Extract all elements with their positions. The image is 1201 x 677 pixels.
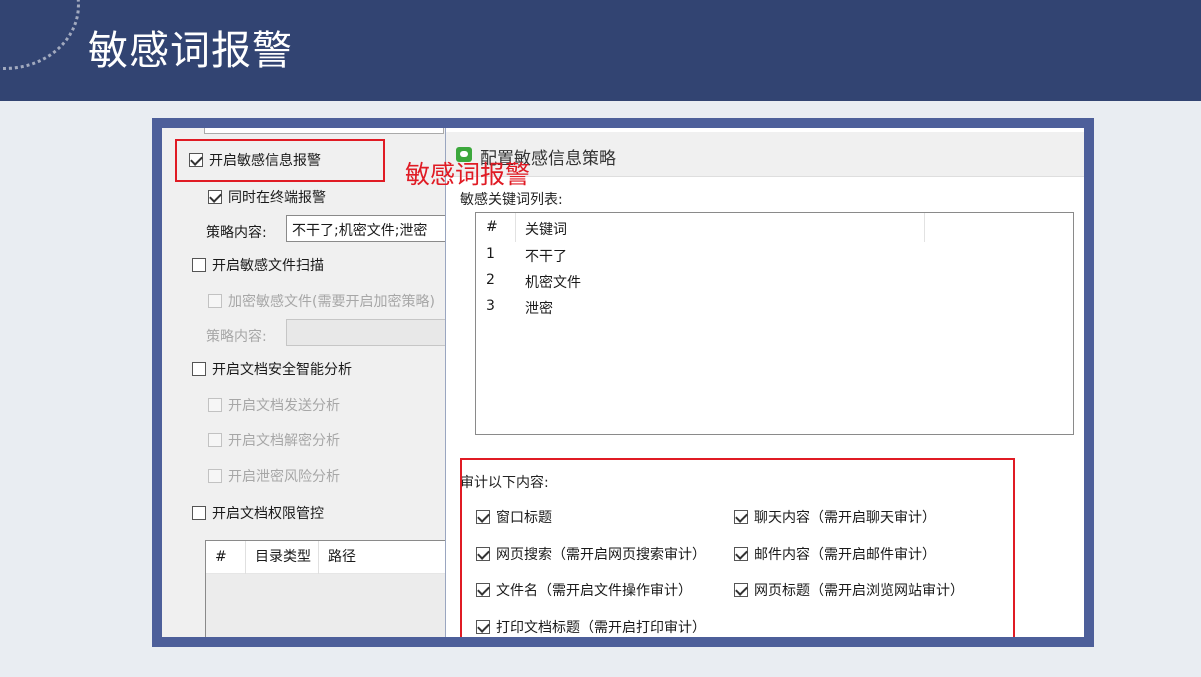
settings-panel: 开启敏感信息报警 同时在终端报警 策略内容: 不干了;机密文件;泄密 开启敏感文… — [162, 128, 456, 637]
row-keyword: 泄密 — [525, 301, 553, 317]
row-keyword: 不干了 — [525, 249, 567, 265]
leak-risk-option[interactable]: 开启泄密风险分析 — [208, 466, 340, 486]
col-type[interactable]: 目录类型 — [246, 540, 319, 574]
kw-col-num[interactable]: # — [476, 213, 516, 242]
directory-table-header: # 目录类型 路径 — [206, 540, 449, 574]
highlight-box-audit — [460, 458, 1015, 637]
decrypt-analysis-option[interactable]: 开启文档解密分析 — [208, 430, 340, 450]
top-field-stub — [204, 128, 444, 134]
file-scan-label: 开启敏感文件扫描 — [212, 258, 324, 274]
doc-analysis-checkbox[interactable] — [192, 362, 206, 376]
policy-label-row-2: 策略内容: — [206, 326, 267, 346]
decrypt-analysis-label: 开启文档解密分析 — [228, 433, 340, 449]
policy-content-value: 不干了;机密文件;泄密 — [292, 223, 428, 239]
policy-content-field-2[interactable] — [286, 319, 456, 346]
terminal-alert-label: 同时在终端报警 — [228, 190, 326, 206]
row-num: 3 — [486, 298, 495, 314]
keyword-list-label: 敏感关键词列表: — [460, 192, 563, 208]
row-keyword: 机密文件 — [525, 275, 581, 291]
slide-title: 敏感词报警 — [88, 28, 293, 74]
table-row[interactable]: 2 机密文件 — [476, 268, 1073, 294]
sensitive-policy-dialog: 配置敏感信息策略 敏感关键词列表: # 关键词 1 不干了 2 机密文件 3 泄… — [445, 128, 1084, 637]
terminal-alert-option[interactable]: 同时在终端报警 — [208, 187, 326, 207]
screenshot-canvas: 开启敏感信息报警 同时在终端报警 策略内容: 不干了;机密文件;泄密 开启敏感文… — [162, 128, 1084, 637]
row-num: 1 — [486, 246, 495, 262]
encrypt-option[interactable]: 加密敏感文件(需要开启加密策略) — [208, 291, 435, 311]
policy-label: 策略内容: — [206, 225, 267, 241]
table-row[interactable]: 1 不干了 — [476, 242, 1073, 268]
col-path[interactable]: 路径 — [319, 541, 449, 574]
file-scan-option[interactable]: 开启敏感文件扫描 — [192, 255, 324, 275]
keyword-table[interactable]: # 关键词 1 不干了 2 机密文件 3 泄密 — [475, 212, 1074, 435]
permission-checkbox[interactable] — [192, 506, 206, 520]
table-row[interactable]: 3 泄密 — [476, 294, 1073, 320]
directory-table[interactable]: # 目录类型 路径 — [205, 540, 450, 637]
send-analysis-label: 开启文档发送分析 — [228, 398, 340, 414]
col-num[interactable]: # — [206, 540, 246, 574]
permission-option[interactable]: 开启文档权限管控 — [192, 503, 324, 523]
doc-analysis-option[interactable]: 开启文档安全智能分析 — [192, 359, 352, 379]
terminal-alert-checkbox[interactable] — [208, 190, 222, 204]
file-scan-checkbox[interactable] — [192, 258, 206, 272]
highlight-box-alert — [175, 139, 385, 182]
policy-label-2: 策略内容: — [206, 329, 267, 345]
slide-header: 敏感词报警 — [0, 0, 1201, 101]
decorative-dotted-arc — [0, 0, 80, 70]
decrypt-analysis-checkbox[interactable] — [208, 433, 222, 447]
encrypt-label: 加密敏感文件(需要开启加密策略) — [228, 294, 435, 310]
permission-label: 开启文档权限管控 — [212, 506, 324, 522]
leak-risk-label: 开启泄密风险分析 — [228, 469, 340, 485]
doc-analysis-label: 开启文档安全智能分析 — [212, 362, 352, 378]
dialog-titlebar: 配置敏感信息策略 — [446, 132, 1084, 177]
kw-col-keyword[interactable]: 关键词 — [516, 213, 925, 242]
policy-content-field[interactable]: 不干了;机密文件;泄密 — [286, 215, 456, 242]
encrypt-checkbox[interactable] — [208, 294, 222, 308]
policy-label-row: 策略内容: — [206, 222, 267, 242]
send-analysis-checkbox[interactable] — [208, 398, 222, 412]
keyword-table-header: # 关键词 — [476, 213, 1073, 242]
row-num: 2 — [486, 272, 495, 288]
send-analysis-option[interactable]: 开启文档发送分析 — [208, 395, 340, 415]
annotation-label: 敏感词报警 — [405, 160, 531, 189]
leak-risk-checkbox[interactable] — [208, 469, 222, 483]
screenshot-frame: 开启敏感信息报警 同时在终端报警 策略内容: 不干了;机密文件;泄密 开启敏感文… — [152, 118, 1094, 647]
